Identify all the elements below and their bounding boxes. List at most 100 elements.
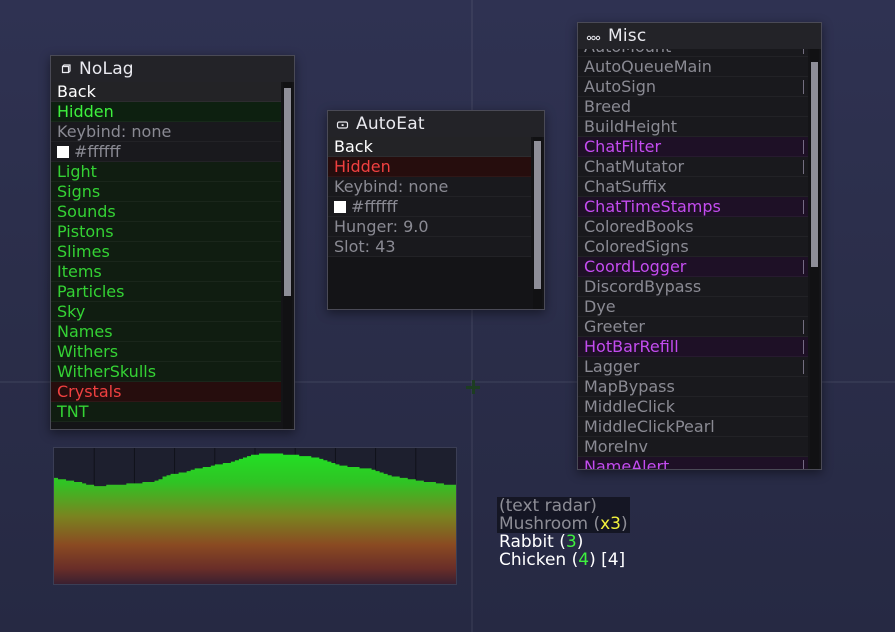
panel-row-label: Hunger: 9.0 [334, 217, 429, 236]
submenu-marker-icon [803, 80, 804, 94]
panel-row-misc-hotbarrefill[interactable]: HotBarRefill [578, 337, 808, 357]
panel-row-nolag-names[interactable]: Names [51, 322, 281, 342]
panel-row-misc-coloredbooks[interactable]: ColoredBooks [578, 217, 808, 237]
panel-row-misc-namealert[interactable]: NameAlert [578, 457, 808, 469]
panel-row-nolag-light[interactable]: Light [51, 162, 281, 182]
panel-row-label: TNT [57, 402, 89, 421]
panel-row-misc-autosign[interactable]: AutoSign [578, 77, 808, 97]
panel-row-label: Greeter [584, 317, 645, 336]
panel-row-nolag-sounds[interactable]: Sounds [51, 202, 281, 222]
radar-segment: 4 [578, 550, 589, 570]
panel-row-misc-coloredsigns[interactable]: ColoredSigns [578, 237, 808, 257]
panel-row-nolag-hidden[interactable]: Hidden [51, 102, 281, 122]
panel-row-autoeat-hidden[interactable]: Hidden [328, 157, 531, 177]
panel-titlebar-nolag[interactable]: NoLag [51, 56, 294, 82]
panel-row-misc-dye[interactable]: Dye [578, 297, 808, 317]
scrollbar-track-autoeat[interactable] [533, 137, 542, 309]
panel-row-nolag-crystals[interactable]: Crystals [51, 382, 281, 402]
panel-row-autoeat-keybind-none[interactable]: Keybind: none [328, 177, 531, 197]
panel-autoeat[interactable]: AutoEat BackHiddenKeybind: none#ffffffHun… [327, 110, 545, 310]
panel-row-nolag-sky[interactable]: Sky [51, 302, 281, 322]
panel-row-label: Signs [57, 182, 100, 201]
panel-rowlist-autoeat: BackHiddenKeybind: none#ffffffHunger: 9.… [328, 137, 531, 257]
panel-row-misc-moreinv[interactable]: MoreInv [578, 437, 808, 457]
panel-title-label: AutoEat [356, 114, 425, 134]
submenu-marker-icon [803, 320, 804, 334]
color-swatch[interactable] [57, 146, 69, 158]
panel-nolag[interactable]: NoLag BackHiddenKeybind: none#ffffffLight… [50, 55, 295, 430]
radar-segment: Mushroom ( [499, 514, 600, 534]
radar-line: Chicken (4) [4] [497, 551, 630, 569]
radar-line: Rabbit (3) [497, 533, 630, 551]
submenu-marker-icon [803, 460, 804, 469]
panel-row-autoeat-hunger-9-0[interactable]: Hunger: 9.0 [328, 217, 531, 237]
panel-row-label: Back [334, 137, 373, 156]
panel-row-label: AutoSign [584, 77, 656, 96]
ellipsis-icon [586, 30, 601, 43]
panel-row-label: #ffffff [351, 197, 397, 216]
panel-row-misc-chattimestamps[interactable]: ChatTimeStamps [578, 197, 808, 217]
panel-row-misc-greeter[interactable]: Greeter [578, 317, 808, 337]
panel-row-label: MapBypass [584, 377, 675, 396]
panel-row-autoeat-ffffff[interactable]: #ffffff [328, 197, 531, 217]
panel-row-misc-middleclick[interactable]: MiddleClick [578, 397, 808, 417]
scrollbar-track-nolag[interactable] [283, 82, 292, 429]
panel-misc[interactable]: MiscAutoMountAutoQueueMainAutoSignBreedB… [577, 22, 822, 470]
panel-titlebar-misc[interactable]: Misc [578, 23, 821, 49]
panel-row-misc-mapbypass[interactable]: MapBypass [578, 377, 808, 397]
panel-row-label: WitherSkulls [57, 362, 156, 381]
cube-icon [59, 63, 72, 76]
panel-row-label: Dye [584, 297, 616, 316]
scrollbar-thumb-nolag[interactable] [284, 88, 291, 296]
panel-row-label: ColoredBooks [584, 217, 694, 236]
panel-row-misc-breed[interactable]: Breed [578, 97, 808, 117]
text-radar: (text radar)Mushroom (x3)Rabbit (3)Chick… [497, 497, 630, 569]
panel-row-misc-buildheight[interactable]: BuildHeight [578, 117, 808, 137]
panel-row-label: Names [57, 322, 113, 341]
radar-segment: ) [577, 532, 584, 552]
panel-row-autoeat-back[interactable]: Back [328, 137, 531, 157]
panel-row-label: Withers [57, 342, 118, 361]
panel-row-label: ChatFilter [584, 137, 661, 156]
scrollbar-track-misc[interactable] [810, 49, 819, 469]
panel-row-misc-chatfilter[interactable]: ChatFilter [578, 137, 808, 157]
submenu-marker-icon [803, 340, 804, 354]
color-swatch[interactable] [334, 201, 346, 213]
panel-row-misc-coordlogger[interactable]: CoordLogger [578, 257, 808, 277]
panel-row-label: Crystals [57, 382, 121, 401]
panel-row-label: MoreInv [584, 437, 648, 456]
panel-row-nolag-slimes[interactable]: Slimes [51, 242, 281, 262]
panel-row-label: CoordLogger [584, 257, 686, 276]
panel-title-label: NoLag [79, 59, 134, 79]
panel-row-label: MiddleClick [584, 397, 675, 416]
radar-segment: Chicken ( [499, 550, 578, 570]
scrollbar-thumb-autoeat[interactable] [534, 141, 541, 289]
panel-row-nolag-withers[interactable]: Withers [51, 342, 281, 362]
panel-row-label: Hidden [334, 157, 391, 176]
panel-row-nolag-witherskulls[interactable]: WitherSkulls [51, 362, 281, 382]
panel-row-misc-chatsuffix[interactable]: ChatSuffix [578, 177, 808, 197]
panel-row-misc-middleclickpearl[interactable]: MiddleClickPearl [578, 417, 808, 437]
panel-row-nolag-keybind-none[interactable]: Keybind: none [51, 122, 281, 142]
panel-row-autoeat-slot-43[interactable]: Slot: 43 [328, 237, 531, 257]
panel-titlebar-autoeat[interactable]: AutoEat [328, 111, 544, 137]
panel-row-misc-autoqueuemain[interactable]: AutoQueueMain [578, 57, 808, 77]
panel-row-nolag-particles[interactable]: Particles [51, 282, 281, 302]
panel-body-nolag: BackHiddenKeybind: none#ffffffLightSigns… [51, 82, 294, 429]
panel-row-nolag-items[interactable]: Items [51, 262, 281, 282]
panel-row-nolag-ffffff[interactable]: #ffffff [51, 142, 281, 162]
panel-row-nolag-signs[interactable]: Signs [51, 182, 281, 202]
performance-graph-svg [54, 448, 456, 584]
panel-row-misc-lagger[interactable]: Lagger [578, 357, 808, 377]
panel-row-misc-automount[interactable]: AutoMount [578, 49, 808, 57]
panel-row-label: Light [57, 162, 97, 181]
panel-row-nolag-back[interactable]: Back [51, 82, 281, 102]
panel-row-label: Sounds [57, 202, 116, 221]
panel-row-nolag-tnt[interactable]: TNT [51, 402, 281, 422]
scrollbar-thumb-misc[interactable] [811, 62, 818, 267]
panel-row-label: Slimes [57, 242, 110, 261]
panel-row-misc-discordbypass[interactable]: DiscordBypass [578, 277, 808, 297]
radar-segment: (text radar) [499, 496, 597, 516]
panel-row-nolag-pistons[interactable]: Pistons [51, 222, 281, 242]
panel-row-misc-chatmutator[interactable]: ChatMutator [578, 157, 808, 177]
